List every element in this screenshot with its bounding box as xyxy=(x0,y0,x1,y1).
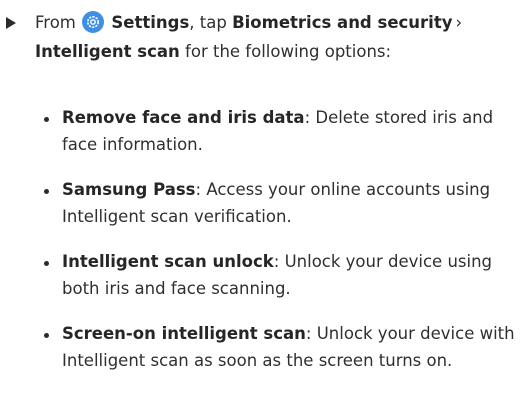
option-term: Samsung Pass xyxy=(62,180,196,199)
biometrics-label: Biometrics and security xyxy=(232,13,453,32)
list-item: Samsung Pass: Access your online account… xyxy=(43,176,518,230)
step-text: From Settings, tap Biometrics and securi… xyxy=(35,8,518,66)
step-paragraph: From Settings, tap Biometrics and securi… xyxy=(6,8,518,66)
intelligent-scan-label: Intelligent scan xyxy=(35,42,180,61)
chevron-right-icon: › xyxy=(455,13,463,32)
options-list: Remove face and iris data: Delete stored… xyxy=(43,104,518,392)
settings-label: Settings xyxy=(111,13,190,32)
list-item: Intelligent scan unlock: Unlock your dev… xyxy=(43,248,518,302)
settings-gear-icon xyxy=(82,11,105,33)
option-term: Screen-on intelligent scan xyxy=(62,324,306,343)
step-suffix: for the following options: xyxy=(185,42,392,61)
list-item: Remove face and iris data: Delete stored… xyxy=(43,104,518,158)
list-item: Screen-on intelligent scan: Unlock your … xyxy=(43,320,518,374)
option-term: Intelligent scan unlock xyxy=(62,252,274,271)
step-middle: , tap xyxy=(189,13,227,32)
step-arrow-icon xyxy=(6,17,16,29)
option-term: Remove face and iris data xyxy=(62,108,305,127)
step-prefix: From xyxy=(35,13,76,32)
